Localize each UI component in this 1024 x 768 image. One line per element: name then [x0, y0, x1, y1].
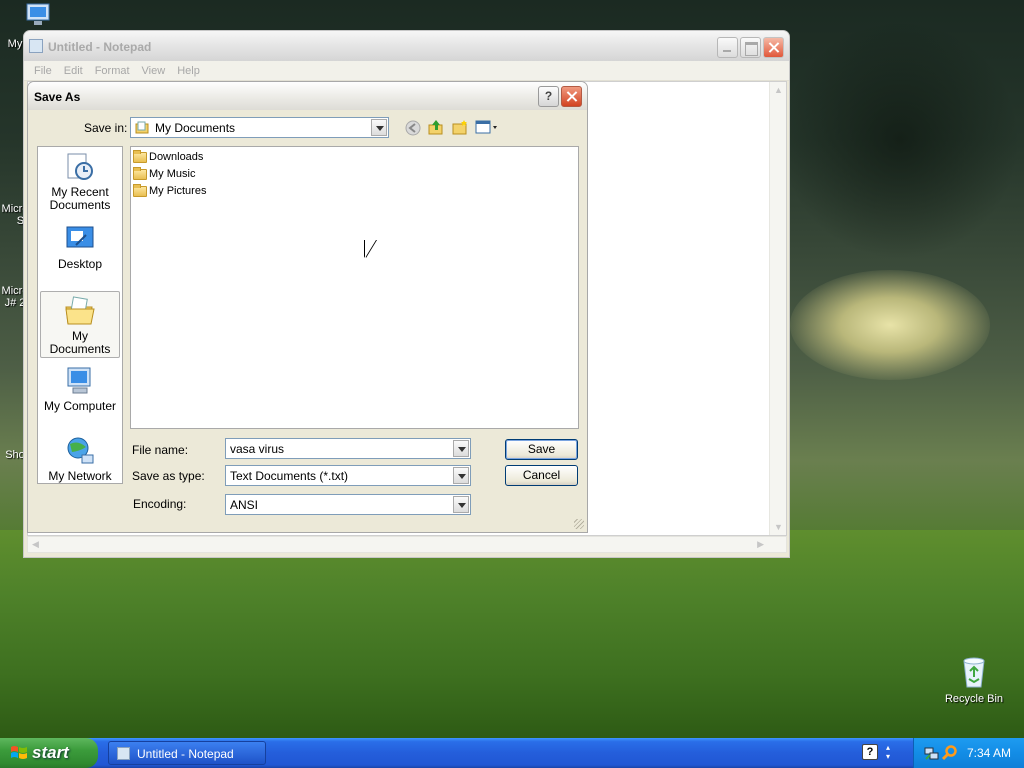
search-icon[interactable]: [942, 745, 958, 761]
notepad-titlebar[interactable]: Untitled - Notepad: [24, 31, 789, 61]
pictures-folder-icon: [133, 183, 147, 197]
place-label: My Documents: [49, 329, 111, 356]
scroll-left-icon[interactable]: ◀: [32, 539, 39, 550]
save-in-value: My Documents: [155, 121, 236, 135]
save-in-label: Save in:: [84, 121, 128, 135]
sky-shadow: [780, 20, 1020, 260]
monitor-icon: [26, 3, 50, 25]
menu-help[interactable]: Help: [171, 65, 206, 77]
file-name-label: File name:: [132, 443, 189, 457]
encoding-value: ANSI: [230, 498, 259, 512]
horizontal-scrollbar[interactable]: ◀ ▶: [27, 536, 787, 553]
save-button[interactable]: Save: [505, 439, 578, 460]
grass-hill: [0, 530, 1024, 740]
notepad-menubar: File Edit Format View Help: [24, 61, 789, 81]
place-label: My Recent Documents: [49, 185, 111, 212]
encoding-dropdown[interactable]: ANSI: [225, 494, 471, 515]
sky-glow: [790, 270, 990, 380]
place-label: My Network: [48, 469, 112, 483]
save-as-type-dropdown[interactable]: Text Documents (*.txt): [225, 465, 471, 486]
cancel-button[interactable]: Cancel: [505, 465, 578, 486]
file-list[interactable]: Downloads My Music My Pictures: [130, 146, 579, 429]
file-name-input[interactable]: vasa virus: [225, 438, 471, 459]
clock[interactable]: 7:34 AM: [967, 746, 1011, 760]
encoding-label: Encoding:: [133, 497, 187, 511]
recent-documents-icon: [64, 151, 96, 183]
list-item[interactable]: My Music: [133, 166, 196, 180]
scroll-up-icon[interactable]: ▲: [774, 85, 783, 95]
menu-edit[interactable]: Edit: [58, 65, 89, 77]
save-in-dropdown[interactable]: My Documents: [130, 117, 389, 138]
desktop-icon-recycle-bin[interactable]: Recycle Bin: [938, 655, 1010, 705]
help-icon[interactable]: ?: [862, 744, 878, 760]
vertical-scrollbar[interactable]: ▲ ▼: [769, 82, 786, 535]
places-bar: My Recent Documents Desktop My Documents…: [37, 146, 123, 484]
chevron-down-icon[interactable]: [453, 496, 469, 513]
my-documents-small-icon: [135, 121, 149, 134]
my-documents-icon: [64, 295, 96, 327]
chevron-up-down-icon[interactable]: ▴ ▾: [886, 743, 890, 761]
place-my-computer[interactable]: My Computer: [40, 365, 120, 413]
back-icon[interactable]: [405, 120, 421, 136]
chevron-down-icon[interactable]: [453, 467, 469, 484]
file-name-value: vasa virus: [230, 442, 285, 456]
taskbar-item-notepad[interactable]: Untitled - Notepad: [108, 741, 266, 765]
place-my-recent-documents[interactable]: My Recent Documents: [40, 151, 120, 212]
file-name: Downloads: [149, 151, 204, 163]
menu-file[interactable]: File: [28, 65, 58, 77]
dialog-close-button[interactable]: [561, 86, 582, 107]
system-tray: 7:34 AM: [913, 738, 1024, 768]
desktop-icon-my-computer[interactable]: [24, 2, 54, 28]
windows-flag-icon: [11, 746, 27, 759]
music-folder-icon: [133, 166, 147, 180]
minimize-button[interactable]: [717, 37, 738, 58]
start-button[interactable]: start: [0, 738, 98, 768]
place-label: My Computer: [43, 399, 117, 413]
place-my-documents[interactable]: My Documents: [40, 291, 120, 358]
place-label: Desktop: [57, 257, 103, 271]
up-folder-icon[interactable]: [428, 119, 444, 135]
save-as-type-value: Text Documents (*.txt): [230, 469, 349, 483]
list-item[interactable]: Downloads: [133, 149, 204, 163]
chevron-down-icon[interactable]: [453, 440, 469, 457]
new-folder-icon[interactable]: [452, 119, 468, 135]
menu-format[interactable]: Format: [89, 65, 136, 77]
mouse-cursor-icon: [365, 240, 376, 258]
help-button[interactable]: ?: [538, 86, 559, 107]
list-item[interactable]: My Pictures: [133, 183, 207, 197]
save-as-dialog[interactable]: Save As ? Save in: My Documents My Recen…: [27, 81, 588, 533]
place-desktop[interactable]: Desktop: [40, 223, 120, 271]
chevron-down-icon[interactable]: [371, 119, 387, 136]
dialog-title: Save As: [34, 90, 81, 104]
maximize-button[interactable]: [740, 37, 761, 58]
recycle-bin-icon: [959, 655, 989, 689]
folder-icon: [133, 149, 147, 163]
scroll-down-icon[interactable]: ▼: [774, 522, 783, 532]
file-name: My Music: [149, 168, 196, 180]
menu-view[interactable]: View: [136, 65, 172, 77]
network-tray-icon[interactable]: [924, 745, 940, 761]
notepad-icon: [117, 747, 130, 760]
recycle-bin-label: Recycle Bin: [944, 693, 1004, 705]
close-button[interactable]: [763, 37, 784, 58]
views-menu-icon[interactable]: [475, 119, 499, 135]
scroll-right-icon[interactable]: ▶: [757, 539, 764, 550]
dialog-titlebar[interactable]: Save As ?: [28, 82, 587, 110]
notepad-icon: [29, 39, 43, 53]
file-name: My Pictures: [149, 185, 207, 197]
place-my-network[interactable]: My Network: [40, 435, 120, 483]
taskbar-item-label: Untitled - Notepad: [137, 747, 234, 761]
desktop-icon: [64, 223, 96, 255]
save-as-type-label: Save as type:: [132, 469, 205, 483]
notepad-title: Untitled - Notepad: [48, 40, 152, 54]
resize-grip[interactable]: [574, 519, 584, 529]
taskbar: start Untitled - Notepad ? ▴ ▾ 7:34 AM: [0, 738, 1024, 768]
start-label: start: [32, 743, 69, 762]
my-computer-icon: [64, 365, 96, 397]
my-network-icon: [64, 435, 96, 467]
